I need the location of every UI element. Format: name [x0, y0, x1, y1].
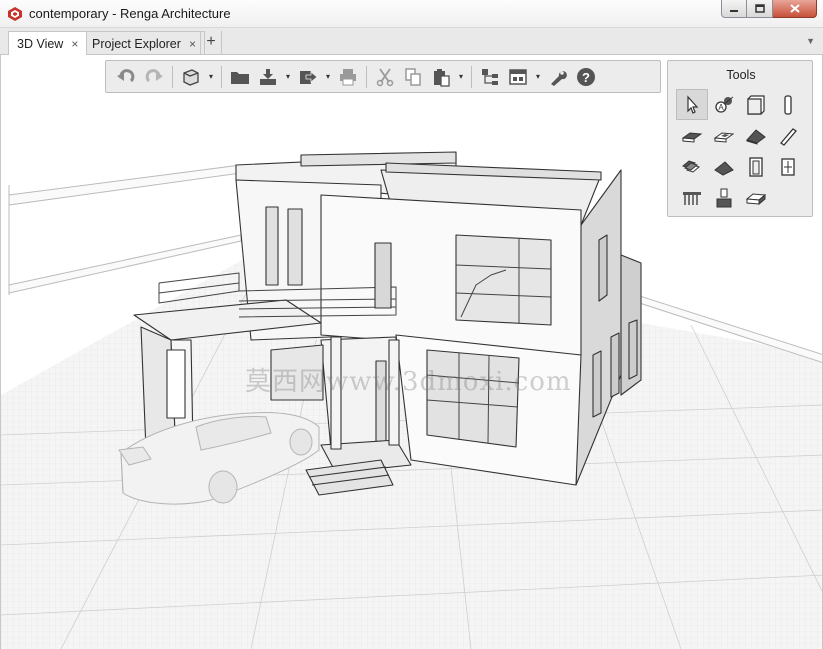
railing-icon — [683, 191, 701, 205]
window-controls — [721, 0, 817, 18]
tool-floor[interactable] — [676, 120, 708, 151]
maximize-icon — [754, 4, 765, 13]
open-folder-icon — [231, 71, 249, 84]
settings-wrench-icon — [551, 70, 567, 86]
column-icon — [784, 94, 792, 115]
tab-bar: 3D View × Project Explorer × + ▼ — [0, 28, 823, 56]
import-dropdown[interactable]: ▾ — [282, 72, 294, 81]
stair-icon — [681, 159, 701, 173]
tool-ramp[interactable] — [708, 151, 740, 182]
tool-window[interactable] — [772, 151, 804, 182]
print-button[interactable] — [334, 64, 362, 90]
opening-icon — [713, 131, 735, 143]
export-button[interactable] — [294, 64, 322, 90]
tool-opening[interactable] — [708, 120, 740, 151]
tab-close-icon[interactable]: × — [71, 37, 78, 56]
tab-label: Project Explorer — [92, 37, 181, 51]
help-button[interactable]: ? — [572, 64, 600, 90]
toolbar-separator — [471, 65, 472, 88]
renga-logo-icon — [8, 7, 22, 21]
copy-icon — [405, 67, 421, 86]
help-icon: ? — [577, 67, 595, 86]
copy-button[interactable] — [399, 64, 427, 90]
close-button[interactable] — [773, 0, 817, 18]
tool-roof[interactable] — [740, 120, 772, 151]
maximize-button[interactable] — [747, 0, 773, 18]
view-cube-button[interactable] — [177, 64, 205, 90]
wall-icon — [747, 94, 765, 115]
minimize-button[interactable] — [721, 0, 747, 18]
main-toolbar: ▾ ▾ ▾ ▾ ▾ ? — [105, 60, 661, 93]
tab-label: 3D View — [17, 37, 64, 51]
view-settings-icon — [509, 68, 527, 85]
cut-button[interactable] — [371, 64, 399, 90]
open-button[interactable] — [226, 64, 254, 90]
roof-icon — [746, 128, 766, 145]
tool-axis[interactable]: A — [708, 89, 740, 120]
import-icon — [260, 68, 276, 85]
toolbar-separator — [221, 65, 222, 88]
add-tab-button[interactable]: + — [200, 31, 222, 55]
print-icon — [340, 68, 356, 85]
tool-foundation[interactable] — [740, 182, 772, 213]
view-cube-icon — [183, 68, 199, 86]
floor-slab-icon — [681, 131, 703, 143]
structure-button[interactable] — [476, 64, 504, 90]
tool-wall[interactable] — [740, 89, 772, 120]
tool-door[interactable] — [740, 151, 772, 182]
tab-project-explorer[interactable]: Project Explorer × — [84, 31, 205, 55]
tab-3d-view[interactable]: 3D View × — [8, 31, 88, 56]
close-icon — [789, 4, 800, 13]
undo-button[interactable] — [112, 64, 140, 90]
tool-railing[interactable] — [676, 182, 708, 213]
redo-icon — [145, 68, 163, 82]
beam-icon — [780, 127, 797, 146]
cut-icon — [376, 67, 394, 86]
element-icon — [716, 188, 732, 207]
watermark: 莫西网www.3dmoxi.com — [245, 367, 572, 397]
ramp-icon — [714, 160, 734, 176]
minimize-icon — [730, 9, 738, 12]
isolated-foundation-icon — [745, 192, 767, 205]
tab-list-dropdown-icon[interactable]: ▼ — [806, 36, 815, 46]
paste-dropdown[interactable]: ▾ — [455, 72, 467, 81]
view-settings-button[interactable] — [504, 64, 532, 90]
door-icon — [749, 156, 763, 177]
tools-grid: A — [676, 89, 804, 213]
axis-icon: A — [715, 96, 734, 113]
export-icon — [300, 70, 318, 84]
tool-select[interactable] — [676, 89, 708, 120]
window-title: contemporary - Renga Architecture — [29, 6, 231, 21]
settings-button[interactable] — [544, 64, 572, 90]
undo-icon — [117, 68, 135, 82]
select-icon — [687, 94, 699, 114]
toolbar-separator — [366, 65, 367, 88]
view-settings-dropdown[interactable]: ▾ — [532, 72, 544, 81]
paste-button[interactable] — [427, 64, 455, 90]
window-icon — [781, 157, 795, 176]
tool-column[interactable] — [772, 89, 804, 120]
tool-element[interactable] — [708, 182, 740, 213]
tools-title: Tools — [726, 68, 756, 82]
export-dropdown[interactable]: ▾ — [322, 72, 334, 81]
structure-icon — [482, 68, 498, 85]
redo-button[interactable] — [140, 64, 168, 90]
tab-close-icon[interactable]: × — [189, 37, 196, 55]
toolbar-separator — [172, 65, 173, 88]
svg-text:?: ? — [582, 70, 590, 85]
tool-stair[interactable] — [676, 151, 708, 182]
svg-text:A: A — [718, 103, 724, 112]
tools-panel: Tools A — [667, 60, 813, 217]
title-bar: contemporary - Renga Architecture — [0, 0, 823, 28]
view-cube-dropdown[interactable]: ▾ — [205, 72, 217, 81]
import-button[interactable] — [254, 64, 282, 90]
paste-icon — [434, 68, 450, 87]
tool-beam[interactable] — [772, 120, 804, 151]
